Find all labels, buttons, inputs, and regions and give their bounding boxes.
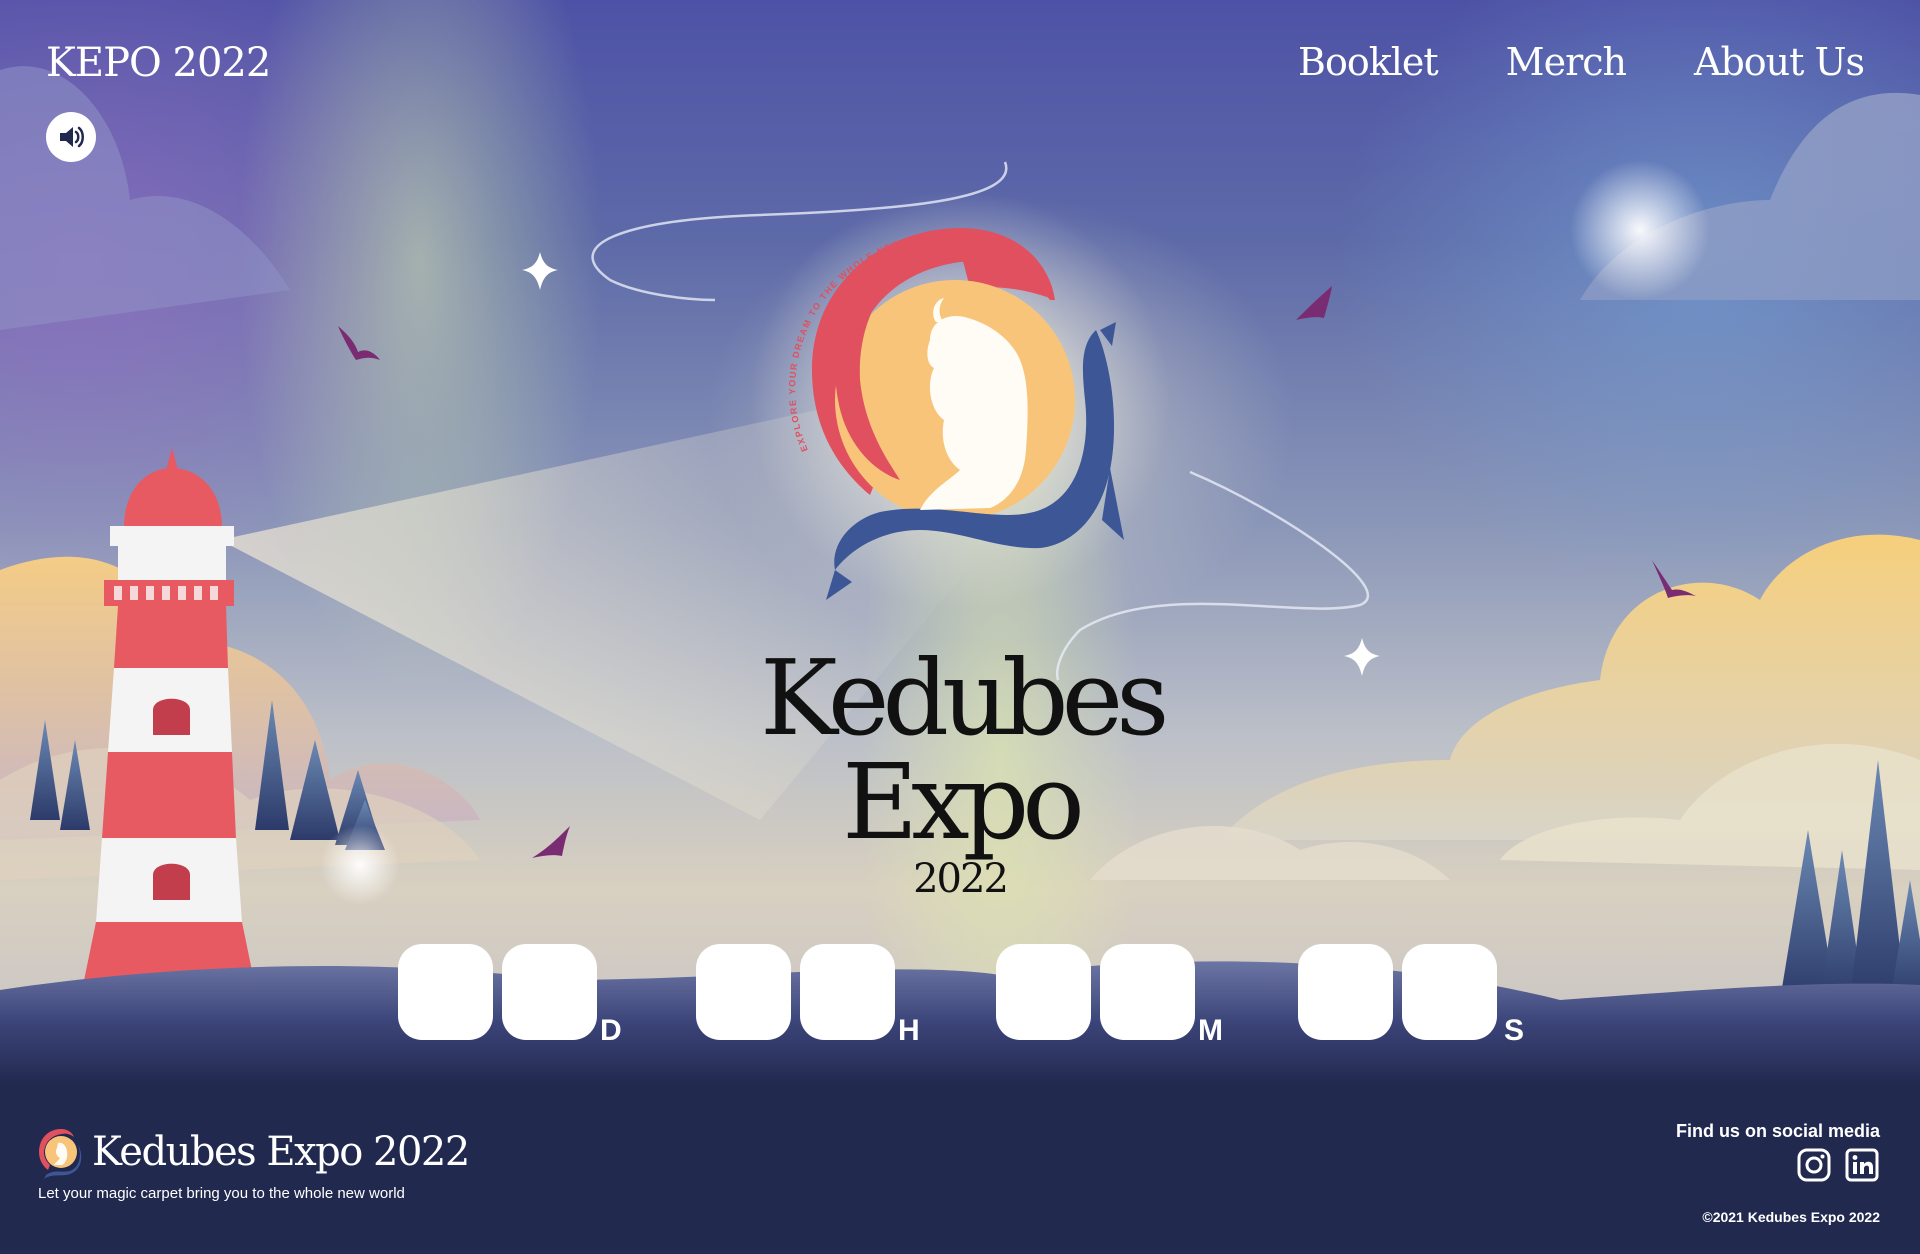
countdown-minutes-label: M — [1198, 1014, 1223, 1047]
countdown-hours-digit-2 — [800, 944, 895, 1040]
main-nav: Booklet Merch About Us — [1298, 40, 1865, 84]
title-line-2: Expo — [842, 741, 1085, 863]
title-year: 2022 — [913, 856, 1009, 902]
countdown-seconds-digit-1 — [1298, 944, 1393, 1040]
linkedin-icon[interactable] — [1844, 1147, 1880, 1183]
countdown-days-label: D — [600, 1014, 622, 1047]
countdown-minutes-digit-1 — [996, 944, 1091, 1040]
countdown-hours-label: H — [898, 1014, 920, 1047]
countdown-days-digit-2 — [502, 944, 597, 1040]
social-icons — [1796, 1147, 1880, 1183]
brand-logo-text[interactable]: KEPO 2022 — [46, 40, 271, 86]
expo-logo: EXPLORE YOUR DREAM TO THE WHOLE NEW WORL… — [750, 190, 1170, 610]
footer-tagline: Let your magic carpet bring you to the w… — [38, 1185, 405, 1202]
sparkle — [1344, 638, 1380, 676]
background-illustration: EXPLORE YOUR DREAM TO THE WHOLE NEW WORL… — [0, 66, 1920, 1085]
sparkle — [522, 252, 558, 290]
sound-toggle-button[interactable] — [46, 112, 96, 162]
copyright-text: ©2021 Kedubes Expo 2022 — [1702, 1209, 1880, 1225]
countdown-days-digit-1 — [398, 944, 493, 1040]
countdown-seconds-label: S — [1504, 1014, 1525, 1047]
countdown-minutes-digit-2 — [1100, 944, 1195, 1040]
cloud-top-left — [0, 66, 290, 331]
countdown-hours-digit-1 — [696, 944, 791, 1040]
hero-scene: EXPLORE YOUR DREAM TO THE WHOLE NEW WORL… — [0, 0, 1920, 1085]
footer-logo-icon — [39, 1129, 82, 1179]
footer-title: Kedubes Expo 2022 — [92, 1129, 470, 1175]
hero-title: Kedubes Expo 2022 — [760, 637, 1170, 904]
ground — [0, 961, 1920, 1085]
nav-merch-link[interactable]: Merch — [1506, 40, 1627, 84]
nav-booklet-link[interactable]: Booklet — [1298, 40, 1439, 84]
countdown-seconds-digit-2 — [1402, 944, 1497, 1040]
nav-about-us-link[interactable]: About Us — [1694, 40, 1865, 84]
speaker-icon — [60, 126, 84, 148]
instagram-icon[interactable] — [1796, 1147, 1832, 1183]
title-line-1: Kedubes — [760, 637, 1170, 759]
social-label: Find us on social media — [1675, 1121, 1880, 1141]
site-footer: Kedubes Expo 2022 Let your magic carpet … — [0, 1085, 1920, 1254]
